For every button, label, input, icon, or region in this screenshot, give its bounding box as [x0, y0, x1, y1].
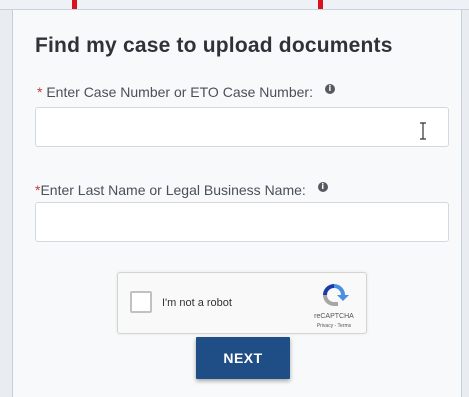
red-marker-right: [318, 0, 323, 9]
page-title: Find my case to upload documents: [35, 34, 393, 57]
info-icon[interactable]: i: [324, 84, 335, 94]
next-button[interactable]: NEXT: [196, 337, 290, 379]
case-number-label: * Enter Case Number or ETO Case Number: …: [37, 84, 335, 100]
recaptcha-links[interactable]: Privacy - Terms: [306, 323, 362, 329]
required-mark: *: [37, 84, 43, 100]
recaptcha-logo-icon: [323, 284, 349, 306]
recaptcha-brand: reCAPTCHA: [314, 313, 354, 320]
upload-form-card: Find my case to upload documents * Enter…: [12, 10, 462, 397]
last-name-label-text: Enter Last Name or Legal Business Name:: [40, 182, 306, 198]
last-name-input[interactable]: [35, 202, 449, 242]
recaptcha-checkbox[interactable]: [130, 291, 152, 313]
last-name-label: *Enter Last Name or Legal Business Name:…: [35, 182, 328, 198]
top-bar: [0, 0, 469, 9]
red-marker-left: [72, 0, 77, 9]
case-number-input[interactable]: [35, 107, 449, 147]
info-icon[interactable]: i: [317, 182, 328, 192]
text-cursor-icon: [420, 122, 426, 140]
case-number-label-text: Enter Case Number or ETO Case Number:: [46, 84, 313, 100]
recaptcha-widget: I'm not a robot reCAPTCHA Privacy - Term…: [117, 272, 367, 334]
recaptcha-label: I'm not a robot: [162, 297, 232, 309]
